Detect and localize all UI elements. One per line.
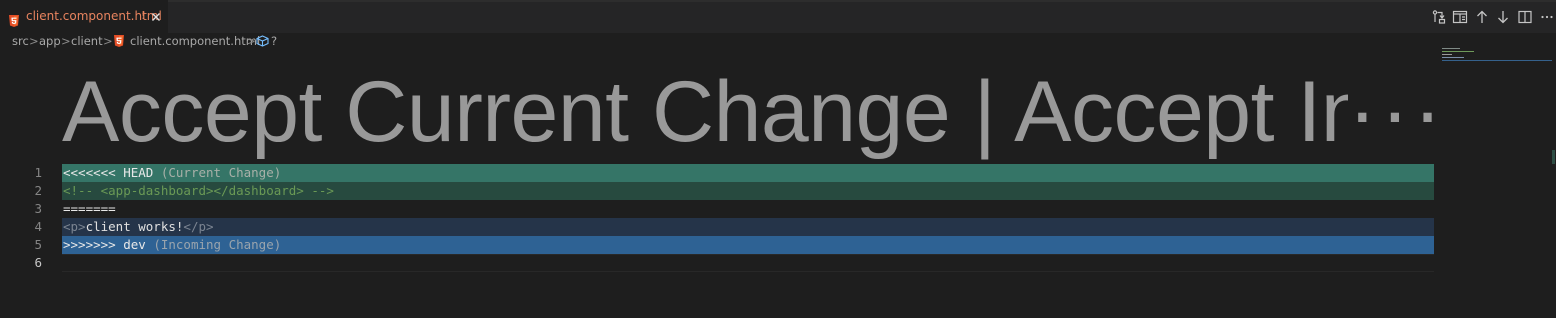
breadcrumb-separator: > [246, 34, 256, 48]
open-changes-icon[interactable] [1431, 9, 1447, 25]
html5-file-icon [8, 12, 20, 31]
cube-symbol-icon [256, 35, 269, 47]
tab-bar-top-border [0, 0, 1556, 2]
breadcrumb-item-app[interactable]: app [39, 33, 61, 49]
tab-modified-marker: ! [141, 9, 146, 22]
line-number: 6 [34, 255, 42, 270]
breadcrumb-separator: > [61, 34, 71, 48]
branch-name: HEAD [115, 165, 154, 180]
line-number: 2 [34, 183, 42, 198]
codelens-ellipsis: ··· [1348, 62, 1434, 162]
html-close-tag: </p> [183, 219, 214, 234]
code-line: 3 ======= [0, 200, 1434, 218]
arrow-up-icon[interactable] [1474, 9, 1490, 25]
breadcrumb-item-symbol[interactable]: ? [271, 33, 277, 49]
conflict-current-marker[interactable]: <<<<<<< HEAD (Current Change) [62, 164, 1434, 182]
conflict-label: (Current Change) [153, 165, 282, 180]
codelens-text[interactable]: Accept Current Change | Accept In [62, 64, 1369, 160]
code-line: 4 <p>client works!</p> [0, 218, 1434, 236]
line-number: 1 [34, 165, 42, 180]
minimap-line [1442, 48, 1460, 49]
line-number: 3 [34, 201, 42, 216]
close-icon[interactable] [149, 9, 163, 23]
breadcrumb-item-file[interactable]: client.component.html [130, 33, 260, 49]
breadcrumb-separator: > [29, 34, 39, 48]
conflict-marker-text: >>>>>>> [63, 237, 116, 252]
arrow-down-icon[interactable] [1495, 9, 1511, 25]
codelens-merge-actions[interactable]: Accept Current Change | Accept In ··· [62, 62, 1434, 162]
current-line[interactable] [62, 254, 1434, 272]
conflict-separator[interactable]: ======= [62, 200, 1434, 218]
incoming-content[interactable]: <p>client works!</p> [62, 218, 1434, 236]
conflict-marker-text: <<<<<<< [63, 165, 116, 180]
html5-file-icon [113, 35, 125, 47]
breadcrumb-item-src[interactable]: src [12, 33, 29, 49]
code-line: 1 <<<<<<< HEAD (Current Change) [0, 164, 1434, 182]
html-comment[interactable]: <!-- <app-dashboard></dashboard> --> [62, 182, 1434, 200]
minimap-line [1442, 51, 1474, 52]
more-actions-icon[interactable] [1539, 9, 1555, 25]
tab-client-component-html[interactable]: client.component.html ! [0, 0, 168, 33]
minimap-line [1442, 57, 1464, 58]
minimap-line [1442, 54, 1452, 55]
conflict-label: (Incoming Change) [145, 237, 282, 252]
line-number: 5 [34, 237, 42, 252]
html-open-tag: <p> [63, 219, 86, 234]
html-text: client works! [85, 219, 184, 234]
line-number: 4 [34, 219, 42, 234]
scrollbar-marker [1552, 150, 1555, 164]
minimap-line [1442, 60, 1552, 61]
breadcrumb-separator: > [103, 34, 113, 48]
minimap[interactable] [1442, 47, 1554, 67]
conflict-incoming-marker[interactable]: >>>>>>> dev (Incoming Change) [62, 236, 1434, 254]
branch-name: dev [115, 237, 146, 252]
split-preview-icon[interactable] [1452, 9, 1468, 25]
code-line: 5 >>>>>>> dev (Incoming Change) [0, 236, 1434, 254]
breadcrumb-item-client[interactable]: client [71, 33, 103, 49]
tab-bar: client.component.html ! [0, 0, 1556, 33]
code-line: 6 [0, 254, 1434, 272]
split-editor-icon[interactable] [1517, 9, 1533, 25]
code-editor[interactable]: 1 <<<<<<< HEAD (Current Change) 2 <!-- <… [0, 164, 1434, 272]
code-line: 2 <!-- <app-dashboard></dashboard> --> [0, 182, 1434, 200]
